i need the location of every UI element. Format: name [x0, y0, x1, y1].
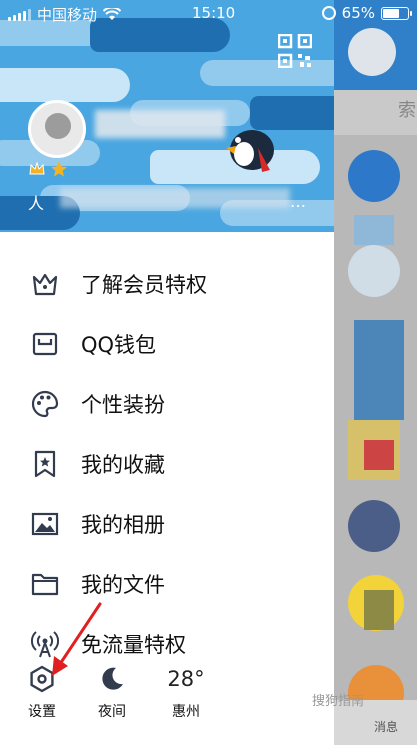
- folder-icon: [31, 573, 59, 596]
- star-badge-icon: [51, 161, 67, 177]
- bookmark-star-icon: [34, 450, 56, 478]
- battery-icon: [381, 6, 412, 20]
- temperature: 28°: [167, 667, 205, 691]
- avatar[interactable]: [28, 100, 86, 158]
- menu-item-label: 我的文件: [81, 573, 165, 597]
- signal-icon: [8, 8, 31, 21]
- vip-badges[interactable]: [28, 160, 68, 178]
- settings-label: 设置: [28, 704, 56, 720]
- wallet-icon: [32, 332, 58, 356]
- palette-icon: [31, 390, 59, 418]
- annotation-arrow-icon: [52, 602, 102, 676]
- menu-item-wallet[interactable]: QQ钱包: [0, 314, 334, 374]
- wifi-icon: [103, 8, 122, 20]
- city-label: 惠州: [172, 704, 200, 720]
- menu-item-label: 个性装扮: [81, 393, 165, 417]
- menu-item-label: 我的相册: [81, 513, 165, 537]
- profile-header: 人 …: [0, 0, 334, 232]
- search-hint: 索: [398, 100, 416, 121]
- signature-redacted: [60, 188, 290, 208]
- signature-more: …: [290, 192, 306, 211]
- watermark: 搜狗指南: [312, 694, 365, 709]
- penguin-mascot-icon: [226, 130, 274, 172]
- menu-item-album[interactable]: 我的相册: [0, 494, 334, 554]
- nickname-redacted: [95, 110, 225, 138]
- tab-messages[interactable]: 消息: [374, 718, 398, 735]
- carrier-name: 中国移动: [37, 6, 98, 24]
- level-text: 人: [28, 194, 45, 213]
- menu-item-theme[interactable]: 个性装扮: [0, 374, 334, 434]
- menu-item-label: 了解会员特权: [81, 273, 207, 297]
- rotation-lock-icon: [321, 6, 336, 20]
- menu-item-favorites[interactable]: 我的收藏: [0, 434, 334, 494]
- menu-item-label: QQ钱包: [81, 333, 157, 357]
- menu-item-vip[interactable]: 了解会员特权: [0, 254, 334, 314]
- weather-button[interactable]: 28° 惠州: [156, 664, 216, 721]
- battery-percent: 65%: [341, 4, 375, 22]
- clock: 15:10: [192, 4, 236, 22]
- qr-code-icon[interactable]: [278, 34, 312, 68]
- crown-badge-icon: [29, 161, 45, 175]
- status-bar: 中国移动 15:10 65%: [0, 0, 417, 26]
- image-icon: [31, 512, 59, 536]
- night-mode-label: 夜间: [98, 704, 126, 720]
- menu-item-label: 我的收藏: [81, 453, 165, 477]
- crown-icon: [32, 273, 58, 296]
